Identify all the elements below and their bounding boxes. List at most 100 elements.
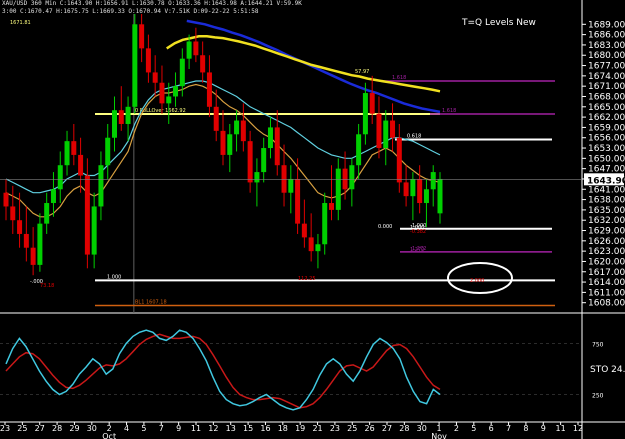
level-label: 1.618	[442, 108, 456, 114]
candle-body	[200, 55, 206, 73]
candle-body	[125, 106, 131, 124]
price-tick-label: 1665.00	[588, 103, 625, 113]
candle-body	[71, 141, 77, 155]
day-label: 9	[176, 424, 181, 433]
price-tick-label: 1677.00	[588, 62, 625, 72]
candle-body	[288, 178, 294, 193]
candle-body	[356, 134, 362, 166]
annotation-label: 2.000	[470, 278, 484, 284]
day-label: 13	[226, 424, 236, 433]
candle-body	[132, 24, 138, 107]
last-price-label: 1643.90	[587, 176, 625, 186]
candle-body	[430, 172, 436, 190]
header-bar-info-line: 3:00 C:1670.47 H:1675.75 L:1669.33 O:167…	[2, 8, 259, 15]
day-label: 18	[278, 424, 288, 433]
level-label: 1.000	[107, 274, 121, 280]
candle-body	[240, 120, 246, 142]
candle-body	[118, 110, 124, 124]
annotation-label: 1.000	[410, 225, 424, 231]
annotation-label: 57.97	[355, 69, 369, 75]
candle-body	[152, 72, 158, 83]
day-label: 28	[52, 424, 62, 433]
candle-body	[186, 41, 192, 59]
candle-body	[329, 203, 334, 210]
chart: 1689.001686.001683.001680.001677.001674.…	[0, 0, 625, 439]
candle-body	[267, 127, 273, 149]
candle-body	[342, 168, 348, 190]
price-tick-label: 1608.00	[588, 299, 625, 309]
candle-body	[376, 113, 382, 149]
month-label: Nov	[431, 432, 447, 439]
candle-body	[98, 165, 104, 207]
candle-body	[179, 58, 185, 87]
day-label: 16	[260, 424, 270, 433]
day-label: 9	[541, 424, 546, 433]
day-label: 27	[382, 424, 392, 433]
candle-body	[423, 189, 429, 204]
candle-body	[112, 110, 117, 138]
level-label: BL1 1607.18	[135, 300, 167, 306]
candle-body	[105, 137, 111, 166]
price-tick-label: 1626.00	[588, 237, 625, 247]
month-label: Oct	[102, 432, 116, 439]
day-label: 23	[330, 424, 340, 433]
candle-body	[166, 96, 172, 104]
candle-body	[301, 223, 307, 238]
day-label: 21	[312, 424, 322, 433]
candle-body	[10, 206, 16, 221]
day-label: 12	[573, 424, 583, 433]
candle-body	[213, 106, 219, 131]
price-tick-label: 1689.00	[588, 20, 625, 30]
price-tick-label: 1680.00	[588, 51, 625, 61]
day-label: 6	[489, 424, 494, 433]
candle-body	[281, 165, 287, 193]
candle-body	[234, 120, 240, 135]
day-label: 25	[17, 424, 27, 433]
candle-body	[322, 203, 328, 245]
annotation-label: 1671.81	[10, 20, 31, 26]
price-tick-label: 1686.00	[588, 31, 625, 41]
candle-body	[3, 192, 9, 207]
candle-body	[369, 93, 375, 114]
price-tick-label: 1650.00	[588, 154, 625, 164]
candle-body	[220, 130, 226, 155]
price-tick-label: 1647.00	[588, 165, 625, 175]
candle-body	[295, 178, 301, 224]
day-label: 30	[87, 424, 97, 433]
chart-title: T=Q Levels New	[462, 18, 536, 28]
day-label: 11	[191, 424, 201, 433]
stochastic-level-label: 750	[592, 342, 604, 349]
annotation-label: 112.25	[298, 276, 316, 282]
day-label: 19	[295, 424, 305, 433]
candle-body	[437, 178, 443, 214]
day-label: 7	[506, 424, 511, 433]
day-label: 29	[69, 424, 79, 433]
day-label: 7	[159, 424, 164, 433]
price-tick-label: 1659.00	[588, 123, 625, 133]
day-label: 27	[35, 424, 45, 433]
price-tick-label: 1623.00	[588, 247, 625, 257]
header-ohlc-line: XAU/USD 360 Min C:1643.90 H:1656.91 L:16…	[2, 0, 302, 7]
candle-body	[64, 141, 70, 166]
day-label: 2	[454, 424, 459, 433]
candle-body	[84, 175, 90, 255]
day-label: 30	[417, 424, 427, 433]
candle-body	[44, 203, 50, 224]
candle-body	[417, 178, 423, 204]
day-label: 8	[523, 424, 528, 433]
day-label: 4	[124, 424, 129, 433]
day-label: 5	[141, 424, 146, 433]
stochastic-k-line	[5, 329, 441, 411]
candle-body	[383, 120, 389, 149]
annotation-label: 0.000	[378, 224, 392, 230]
annotation-label: 1.272	[410, 247, 424, 253]
day-label: 25	[347, 424, 357, 433]
candle-body	[159, 82, 165, 104]
candle-body	[254, 172, 260, 183]
candle-body	[37, 223, 43, 265]
price-tick-label: 1638.00	[588, 196, 625, 206]
candle-body	[23, 233, 29, 248]
day-label: 28	[399, 424, 409, 433]
price-tick-label: 1629.00	[588, 227, 625, 237]
price-tick-label: 1620.00	[588, 257, 625, 267]
